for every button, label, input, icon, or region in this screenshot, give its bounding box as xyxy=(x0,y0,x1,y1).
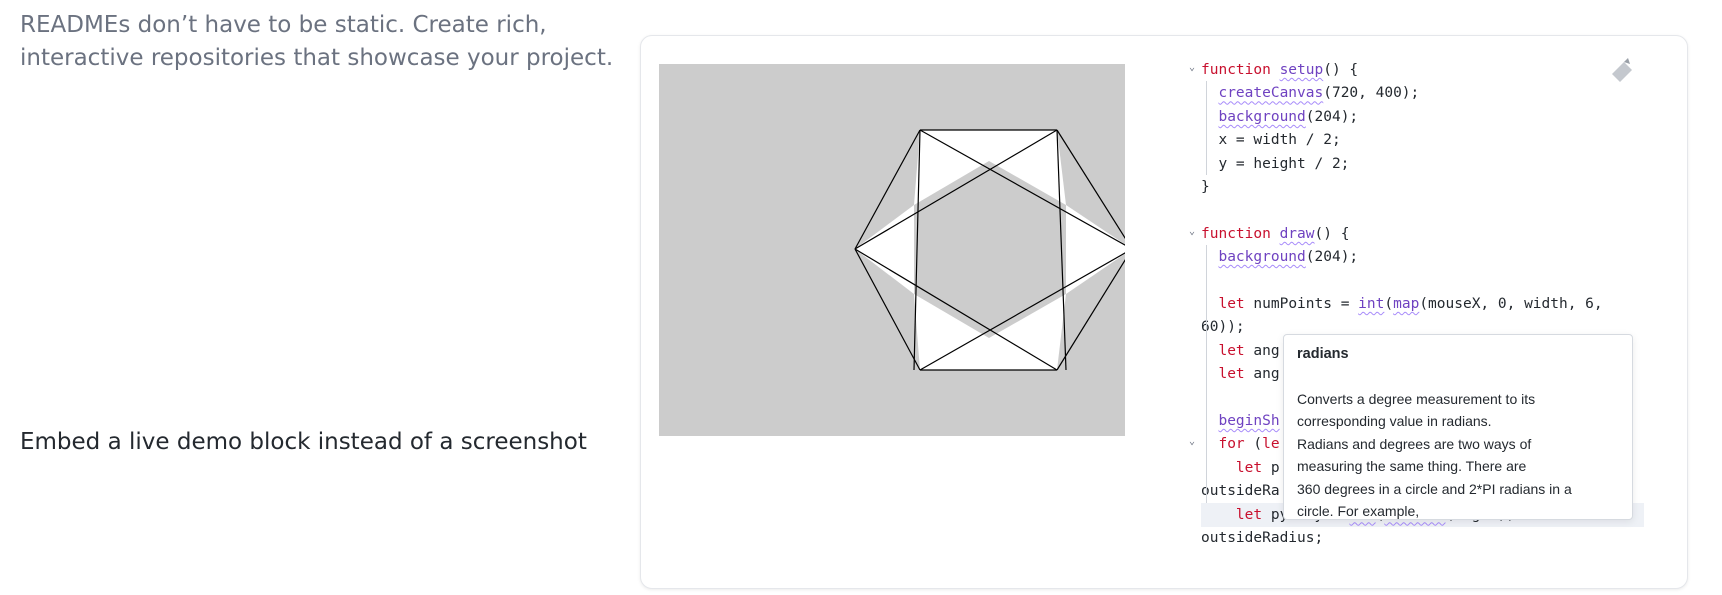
code-text: x = width / 2; xyxy=(1201,132,1341,149)
tooltip-line: circle. For example, xyxy=(1297,503,1420,520)
code-text: (204); xyxy=(1305,108,1359,125)
code-line[interactable]: background(204); xyxy=(1201,105,1358,129)
tooltip-line: Converts a degree measurement to its xyxy=(1297,391,1536,407)
tooltip-line: Radians and degrees are two ways of xyxy=(1297,435,1532,452)
tooltip-line: 360 degrees in a circle and 2*PI radians… xyxy=(1297,480,1572,497)
fold-chevron-icon[interactable]: ⌄ xyxy=(1189,226,1195,237)
code-keyword: let xyxy=(1218,296,1245,312)
code-text: ( xyxy=(1244,436,1263,453)
intro-line-1: READMEs don’t have to be static. Create … xyxy=(20,12,547,38)
code-text: (204); xyxy=(1305,249,1359,266)
code-keyword: let xyxy=(1218,342,1245,359)
code-line[interactable]: let p xyxy=(1201,456,1280,480)
code-function: map xyxy=(1393,296,1420,312)
sketch-drawing xyxy=(854,129,1125,371)
code-text: () { xyxy=(1314,225,1350,242)
code-function: setup xyxy=(1279,62,1324,78)
code-line[interactable]: background(204); xyxy=(1201,245,1358,269)
code-text: p xyxy=(1262,459,1280,476)
fold-chevron-icon[interactable]: ⌄ xyxy=(1189,436,1195,447)
code-function: int xyxy=(1358,296,1385,312)
code-text: y = height / 2; xyxy=(1201,155,1350,172)
code-function: background xyxy=(1218,249,1306,266)
code-text: } xyxy=(1201,179,1210,195)
code-text: () { xyxy=(1323,62,1359,78)
code-line[interactable]: let ang xyxy=(1201,339,1280,363)
indent-guide xyxy=(1206,81,1207,175)
code-line[interactable]: createCanvas(720, 400); xyxy=(1201,81,1419,105)
sketch-canvas[interactable] xyxy=(659,64,1125,436)
code-text: outsideRadius; xyxy=(1201,530,1324,546)
indent-guide xyxy=(1206,245,1207,503)
code-line[interactable]: function setup() { xyxy=(1201,58,1358,82)
code-keyword: let xyxy=(1235,506,1263,523)
tooltip-title: radians xyxy=(1297,346,1349,362)
fold-chevron-icon[interactable]: ⌄ xyxy=(1189,62,1195,73)
code-text: 60)); xyxy=(1201,319,1245,336)
intro-line-2: interactive repositories that showcase y… xyxy=(20,45,614,71)
code-text: ang xyxy=(1244,366,1280,383)
code-keyword: let xyxy=(1218,366,1245,383)
tooltip-description: Converts a degree measurement to its corr… xyxy=(1297,388,1622,520)
code-line[interactable]: } xyxy=(1201,175,1210,199)
code-keyword: le xyxy=(1262,436,1280,453)
code-function: draw xyxy=(1279,225,1315,242)
code-text: (mouseX, 0, width, 6, xyxy=(1419,296,1603,312)
code-line[interactable]: y = height / 2; xyxy=(1201,152,1349,176)
code-function: background xyxy=(1218,108,1306,125)
code-text: ang xyxy=(1244,342,1280,359)
code-line[interactable]: for (le xyxy=(1201,432,1280,456)
code-keyword: for xyxy=(1218,436,1245,453)
code-line[interactable]: let ang xyxy=(1201,362,1280,386)
code-text: (720, 400); xyxy=(1323,85,1420,102)
tooltip-line: corresponding value in radians. xyxy=(1297,413,1492,430)
code-line[interactable]: outsideRadius; xyxy=(1201,526,1323,550)
code-line[interactable]: let numPoints = int(map(mouseX, 0, width… xyxy=(1201,292,1603,316)
code-text: numPoints = xyxy=(1244,296,1359,312)
code-function: createCanvas xyxy=(1218,85,1324,102)
code-text: ( xyxy=(1384,296,1394,312)
code-keyword: function xyxy=(1201,225,1280,242)
code-line[interactable]: function draw() { xyxy=(1201,222,1349,246)
code-function: beginSh xyxy=(1218,413,1280,429)
code-line[interactable]: outsideRa xyxy=(1201,479,1280,503)
intro-text: READMEs don’t have to be static. Create … xyxy=(20,9,620,75)
code-text: outsideRa xyxy=(1201,483,1280,500)
code-keyword: let xyxy=(1235,459,1263,476)
demo-heading: Embed a live demo block instead of a scr… xyxy=(20,429,587,455)
tooltip-line: measuring the same thing. There are xyxy=(1297,458,1527,475)
code-line[interactable]: beginSh xyxy=(1201,409,1280,433)
code-line[interactable]: 60)); xyxy=(1201,315,1245,339)
code-keyword: function xyxy=(1201,62,1280,78)
radians-tooltip: radians Converts a degree measurement to… xyxy=(1283,334,1633,520)
code-line[interactable]: x = width / 2; xyxy=(1201,128,1341,152)
